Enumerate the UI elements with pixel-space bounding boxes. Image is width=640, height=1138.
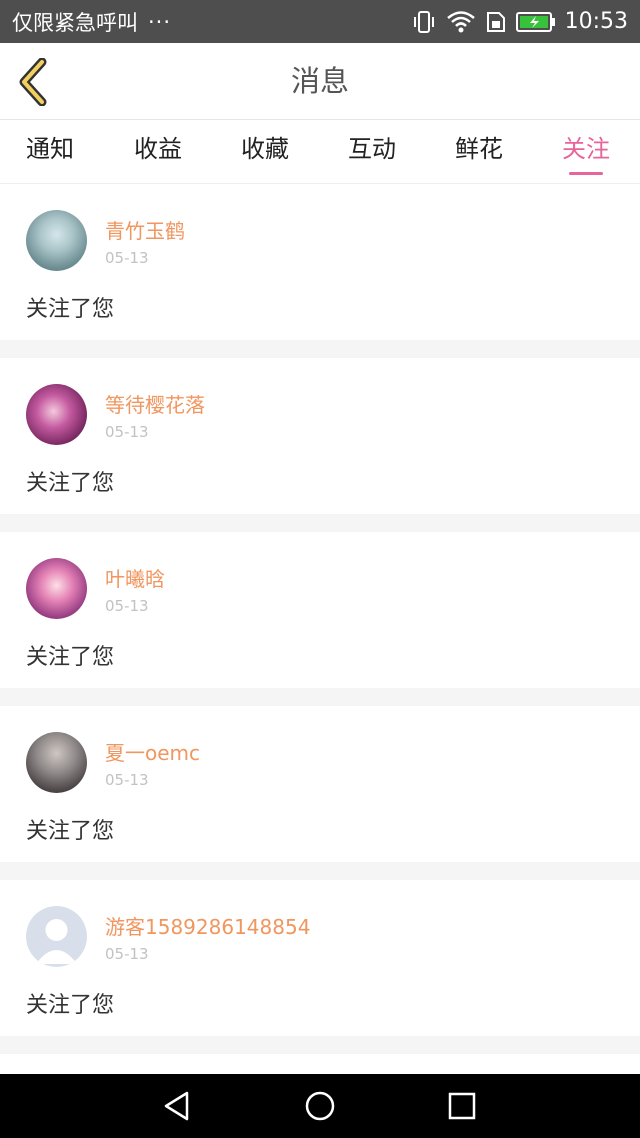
avatar[interactable] xyxy=(26,558,87,619)
tab-label: 收藏 xyxy=(241,135,289,163)
sim-icon xyxy=(485,10,507,34)
notification-date: 05-13 xyxy=(105,597,149,615)
avatar[interactable] xyxy=(26,210,87,271)
list-item[interactable]: 等待樱花落 05-13 关注了您 xyxy=(0,358,640,514)
user-name[interactable]: 叶曦晗 xyxy=(105,563,165,592)
notification-date: 05-13 xyxy=(105,249,149,267)
notification-date: 05-13 xyxy=(105,771,149,789)
tab-notice[interactable]: 通知 xyxy=(26,120,74,184)
tab-label: 通知 xyxy=(26,135,74,163)
status-bar: 仅限紧急呼叫 ··· 10:53 xyxy=(0,0,640,43)
battery-charging-icon xyxy=(515,11,556,33)
list-item[interactable]: 夏一oemc 05-13 关注了您 xyxy=(0,706,640,862)
vibrate-icon xyxy=(411,10,437,34)
tab-label: 收益 xyxy=(134,135,182,163)
home-circle-icon[interactable] xyxy=(304,1090,336,1122)
notification-message: 关注了您 xyxy=(26,297,115,322)
user-name[interactable]: 等待樱花落 xyxy=(105,389,205,418)
list-item[interactable]: 叶曦晗 05-13 关注了您 xyxy=(0,532,640,688)
tab-interaction[interactable]: 互动 xyxy=(348,120,396,184)
tab-earnings[interactable]: 收益 xyxy=(134,120,182,184)
tab-bar: 通知 收益 收藏 互动 鲜花 关注 xyxy=(0,120,640,184)
notification-message: 关注了您 xyxy=(26,645,115,670)
clock: 10:53 xyxy=(564,9,628,34)
back-triangle-icon[interactable] xyxy=(161,1090,193,1122)
recents-square-icon[interactable] xyxy=(446,1090,478,1122)
tab-favorites[interactable]: 收藏 xyxy=(241,120,289,184)
notification-more-icon: ··· xyxy=(148,9,172,34)
avatar[interactable] xyxy=(26,384,87,445)
user-name[interactable]: 夏一oemc xyxy=(105,737,200,766)
tab-flowers[interactable]: 鲜花 xyxy=(455,120,503,184)
avatar[interactable] xyxy=(26,732,87,793)
notification-date: 05-13 xyxy=(105,423,149,441)
default-avatar-icon[interactable] xyxy=(26,906,87,967)
notification-date: 05-13 xyxy=(105,945,149,963)
notification-message: 关注了您 xyxy=(26,819,115,844)
list-item[interactable]: 青竹玉鹤 05-13 关注了您 xyxy=(0,184,640,340)
user-name[interactable]: 游客1589286148854 xyxy=(105,911,310,940)
nav-bar: 消息 xyxy=(0,43,640,120)
list-item-partial xyxy=(0,1054,640,1074)
tab-follow[interactable]: 关注 xyxy=(562,120,610,184)
user-name[interactable]: 青竹玉鹤 xyxy=(105,215,185,244)
list-item[interactable]: 游客1589286148854 05-13 关注了您 xyxy=(0,880,640,1036)
tab-active-indicator xyxy=(569,172,603,175)
tab-label: 互动 xyxy=(348,135,396,163)
wifi-icon xyxy=(446,10,476,34)
page-title: 消息 xyxy=(290,64,349,98)
notification-message: 关注了您 xyxy=(26,471,115,496)
tab-label: 鲜花 xyxy=(455,135,503,163)
tab-label: 关注 xyxy=(562,135,610,163)
carrier-text: 仅限紧急呼叫 xyxy=(12,10,138,35)
system-nav-bar xyxy=(0,1074,640,1138)
notification-message: 关注了您 xyxy=(26,993,115,1018)
